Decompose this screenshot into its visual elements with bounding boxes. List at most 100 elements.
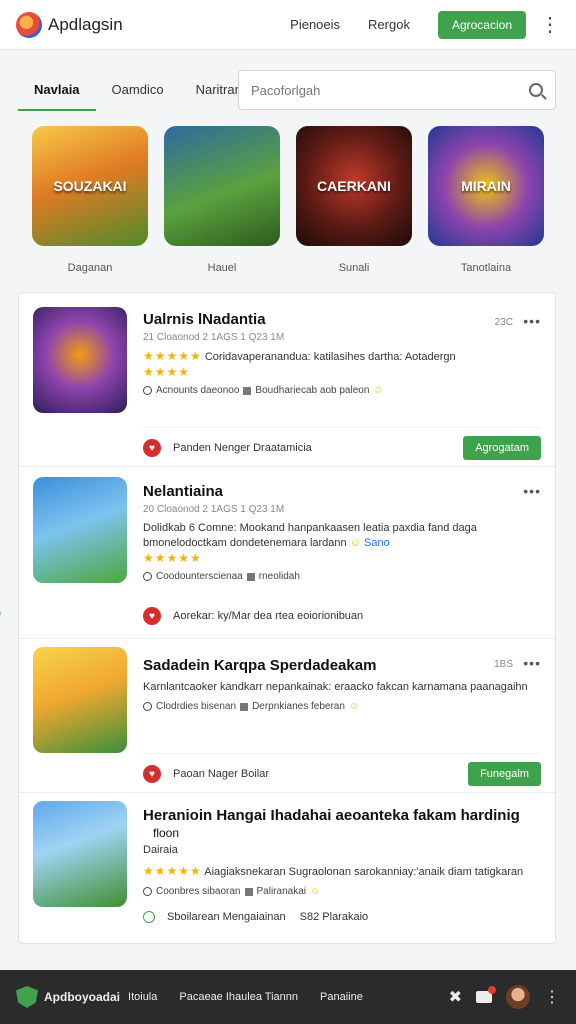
- sub-text-2: Boudhariecab aob paleon: [255, 385, 370, 396]
- app-thumbnail[interactable]: [33, 647, 127, 753]
- info-circle-icon: [143, 572, 152, 581]
- featured-image[interactable]: SOUZAKAI: [32, 126, 148, 246]
- more-options-icon[interactable]: •••: [523, 313, 541, 329]
- app-count: 23C: [494, 317, 513, 328]
- featured-card[interactable]: MIRAIN Tanotlaina: [428, 126, 544, 274]
- search-input[interactable]: [251, 82, 529, 98]
- app-desc-text: Coridavaperanandua: katilasihes dartha: …: [204, 351, 456, 363]
- discover-panel: Navlaia Oamdico Naritrar SOUZAKAI Dagana…: [18, 64, 556, 284]
- header-cta-button[interactable]: Agrocacion: [437, 10, 526, 39]
- rating-stars: ★★★★★: [143, 349, 202, 363]
- top-nav: Pienoeis Rergok Agrocacion: [290, 10, 526, 39]
- app-title[interactable]: Nelantiaina: [143, 483, 541, 500]
- app-title[interactable]: Sadadein Karqpa Sperdadeakam: [143, 657, 541, 674]
- list-item[interactable]: Nelantiaina 20 Cloaonod 2 1AGS 1 Q23 1M …: [0, 467, 555, 639]
- doc-icon: [244, 887, 253, 896]
- footer-text: Panden Nenger Draatamicia: [173, 442, 312, 454]
- app-logo-icon[interactable]: [16, 11, 42, 38]
- list-item[interactable]: Heranioin Hangai Ihadahai aeoanteka faka…: [19, 793, 555, 943]
- info-circle-icon: [143, 887, 152, 896]
- more-options-icon[interactable]: •••: [523, 483, 541, 499]
- app-title-text[interactable]: Heranioin Hangai Ihadahai aeoanteka faka…: [143, 807, 520, 824]
- avatar[interactable]: [506, 985, 530, 1009]
- sub-text-2: rneolidah: [258, 571, 300, 582]
- title-extra: floon: [153, 826, 180, 840]
- doc-icon: [246, 572, 255, 581]
- app-description: ★★★★★ Coridavaperanandua: katilasihes da…: [143, 349, 541, 365]
- featured-image[interactable]: [164, 126, 280, 246]
- card-footer: ♥ Paoan Nager Boilar Funegalm: [143, 753, 541, 786]
- tab-2[interactable]: Oamdico: [96, 70, 180, 111]
- featured-label: Daganan: [67, 262, 113, 274]
- footer-text: Paoan Nager Boilar: [173, 768, 270, 780]
- heart-icon[interactable]: ♥: [143, 765, 161, 783]
- app-description: Karnlantcaoker kandkarr nepankainak: era…: [143, 681, 528, 693]
- app-count: 1BS: [494, 659, 513, 670]
- status-circle-icon: [143, 911, 155, 923]
- more-menu-icon[interactable]: ⋮: [544, 987, 560, 1007]
- featured-label: Sunali: [338, 262, 370, 274]
- app-info: Sadadein Karqpa Sperdadeakam Karnlantcao…: [143, 657, 541, 712]
- footer-brand[interactable]: Apdboyoadai: [44, 990, 120, 1004]
- info-circle-icon: [143, 386, 152, 395]
- featured-image[interactable]: MIRAIN: [428, 126, 544, 246]
- tab-1[interactable]: Navlaia: [18, 70, 96, 111]
- more-options-icon[interactable]: •••: [523, 655, 541, 671]
- doc-icon: [240, 702, 249, 711]
- smiley-icon: ☺: [349, 537, 361, 549]
- app-title: Heranioin Hangai Ihadahai aeoanteka faka…: [143, 807, 541, 841]
- featured-title: MIRAIN: [461, 178, 511, 194]
- featured-card[interactable]: SOUZAKAI Daganan: [32, 126, 148, 274]
- rating-stars: ★★★★★: [143, 864, 202, 878]
- search-icon[interactable]: [529, 83, 543, 97]
- footer-icons: ✖ ⋮: [449, 985, 560, 1009]
- app-description: ★★★★★ Aiagiaksnekaran Sugraolonan saroka…: [143, 864, 541, 880]
- featured-image[interactable]: CAERKANI: [296, 126, 412, 246]
- search-box[interactable]: [238, 70, 556, 110]
- featured-card[interactable]: CAERKANI Sunali: [296, 126, 412, 274]
- featured-label: Tanotlaina: [460, 262, 512, 274]
- footer-link-2[interactable]: Pacaeae Ihaulea Tiannn: [179, 991, 298, 1003]
- featured-title: SOUZAKAI: [53, 178, 127, 194]
- info-circle-icon: [143, 702, 152, 711]
- heart-icon[interactable]: ♥: [143, 607, 161, 625]
- get-button[interactable]: Funegalm: [468, 762, 541, 786]
- brand-name[interactable]: Apdlagsin: [48, 15, 123, 35]
- list-item[interactable]: Ualrnis lNadantia 21 Cloaonod 2 1AGS 1 Q…: [19, 293, 555, 467]
- nav-link-1[interactable]: Pienoeis: [290, 17, 340, 32]
- puzzle-icon[interactable]: ✖: [449, 987, 462, 1007]
- app-sub-info: Clodrdies bisenan Derpnkianes feberan ☺: [143, 701, 541, 712]
- featured-row: SOUZAKAI Daganan Hauel CAERKANI Sunali M…: [32, 126, 544, 274]
- app-thumbnail[interactable]: [33, 801, 127, 907]
- smiley-icon: ☺: [309, 886, 321, 897]
- list-item[interactable]: Sadadein Karqpa Sperdadeakam Karnlantcao…: [19, 639, 555, 793]
- footer-link-3[interactable]: Panaiine: [320, 991, 363, 1003]
- app-info: Heranioin Hangai Ihadahai aeoanteka faka…: [143, 807, 541, 897]
- footer-text: Aorekar: ky/Mar dea rtea eoiorionibuan: [173, 610, 364, 622]
- sub-text-1: Coodounterscienaa: [156, 571, 243, 582]
- notification-icon[interactable]: [476, 986, 496, 1003]
- app-thumbnail[interactable]: [33, 307, 127, 413]
- footer-text: Sboilarean Mengaiainan: [167, 911, 286, 923]
- rating-stars: ★★★★★: [143, 551, 202, 565]
- rating-stars-secondary: ★★★★: [143, 365, 191, 379]
- app-title-line2: Dairaia: [143, 844, 178, 856]
- app-sub-info: Coonbres sibaoran Paliranakai ☺: [143, 886, 541, 897]
- app-description: Dolidkab 6 Comne: Mookand hanpankaasen l…: [143, 521, 541, 551]
- desc-link[interactable]: Sano: [364, 537, 390, 549]
- app-thumbnail[interactable]: [33, 477, 127, 583]
- app-meta: 20 Cloaonod 2 1AGS 1 Q23 1M: [143, 504, 285, 515]
- heart-icon[interactable]: ♥: [143, 439, 161, 457]
- get-button[interactable]: Agrogatam: [463, 436, 541, 460]
- more-menu-icon[interactable]: ⋮: [540, 15, 560, 35]
- featured-card[interactable]: Hauel: [164, 126, 280, 274]
- sub-text-2: Derpnkianes feberan: [252, 701, 345, 712]
- sub-text-1: Coonbres sibaoran: [156, 886, 241, 897]
- nav-link-2[interactable]: Rergok: [368, 17, 410, 32]
- app-desc-text: Aiagiaksnekaran Sugraolonan sarokanniay:…: [204, 866, 524, 878]
- footer-link-1[interactable]: Itoiula: [128, 991, 157, 1003]
- app-title[interactable]: Ualrnis lNadantia: [143, 311, 541, 328]
- card-footer: ♥ Aorekar: ky/Mar dea rtea eoiorionibuan: [143, 599, 541, 625]
- app-sub-info: Coodounterscienaa rneolidah: [143, 571, 541, 582]
- card-footer: ♥ Panden Nenger Draatamicia Agrogatam: [143, 427, 541, 460]
